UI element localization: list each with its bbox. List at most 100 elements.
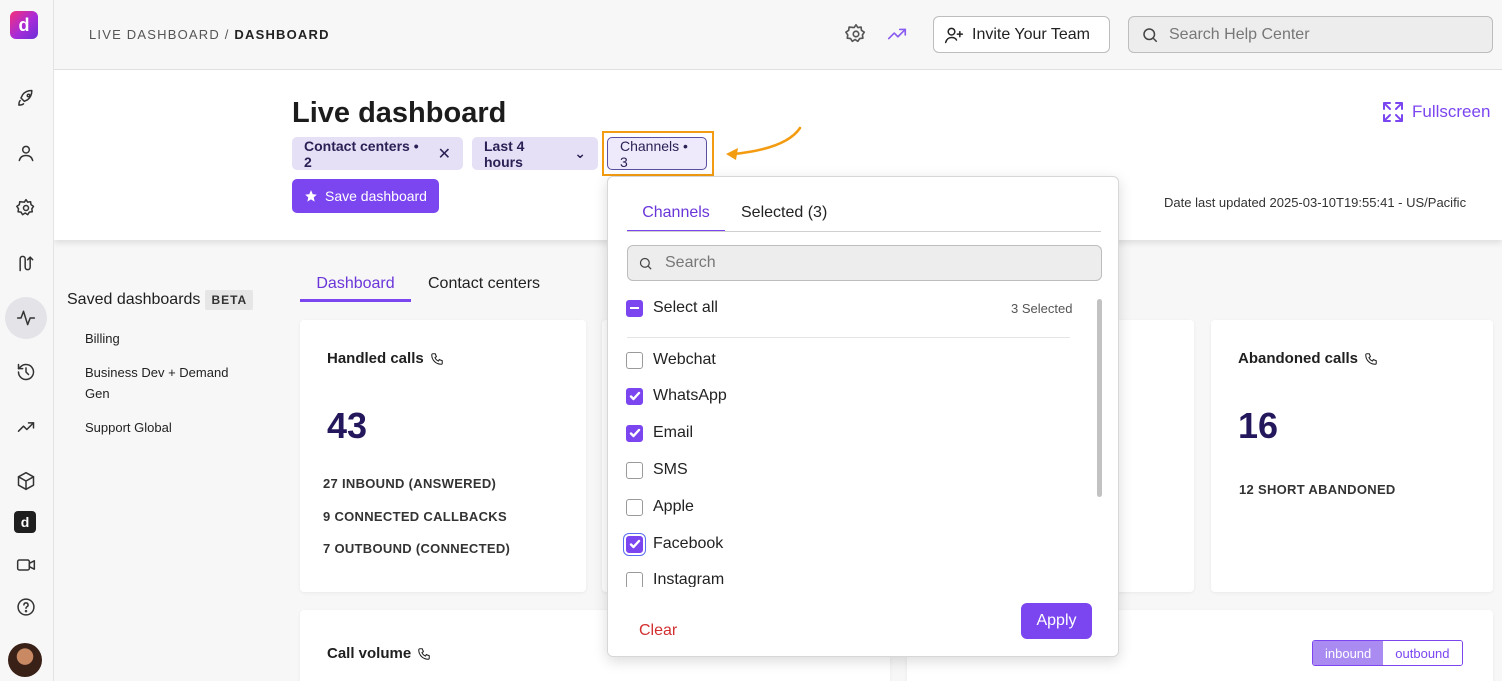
abandoned-stat: 12 SHORT ABANDONED bbox=[1239, 482, 1396, 497]
checkbox[interactable] bbox=[626, 498, 643, 516]
channel-option-label: Email bbox=[653, 424, 694, 441]
select-all-label: Select all bbox=[653, 299, 718, 316]
last-updated-text: Date last updated 2025-03-10T19:55:41 - … bbox=[1164, 195, 1467, 210]
channel-option-facebook[interactable]: Facebook bbox=[626, 535, 723, 553]
select-all-checkbox[interactable]: Select all bbox=[626, 299, 718, 317]
help-search-placeholder: Search Help Center bbox=[1169, 25, 1310, 43]
channel-search-input[interactable]: Search bbox=[627, 245, 1102, 281]
channel-option-label: Webchat bbox=[653, 351, 716, 368]
dropdown-tab-selected[interactable]: Selected (3) bbox=[741, 204, 827, 222]
dialpad-app-icon[interactable]: d bbox=[14, 511, 36, 533]
cube-icon[interactable] bbox=[13, 468, 39, 494]
handled-stat: 27 INBOUND (ANSWERED) bbox=[323, 476, 497, 491]
annotation-arrow-icon bbox=[726, 126, 802, 160]
breadcrumb-current: DASHBOARD bbox=[234, 27, 330, 42]
channel-option-whatsapp[interactable]: WhatsApp bbox=[626, 387, 727, 405]
dropdown-tab-divider bbox=[627, 231, 1101, 232]
checkbox[interactable] bbox=[626, 571, 643, 587]
app-logo[interactable]: d bbox=[10, 11, 38, 39]
history-icon[interactable] bbox=[13, 359, 39, 385]
checkbox-checked[interactable] bbox=[626, 535, 643, 553]
check-icon bbox=[629, 391, 640, 401]
checkbox-checked[interactable] bbox=[626, 387, 643, 405]
invite-team-button[interactable]: Invite Your Team bbox=[933, 16, 1110, 53]
rocket-icon[interactable] bbox=[13, 85, 39, 111]
channel-option-label: Facebook bbox=[653, 535, 724, 552]
checkbox[interactable] bbox=[626, 461, 643, 479]
saved-dashboard-item[interactable]: Support Global bbox=[85, 417, 250, 438]
clear-button[interactable]: Clear bbox=[639, 622, 677, 640]
app-logo-letter: d bbox=[18, 14, 30, 35]
channel-option-sms[interactable]: SMS bbox=[626, 461, 688, 479]
activity-icon[interactable] bbox=[5, 297, 47, 339]
channel-option-label: WhatsApp bbox=[653, 387, 727, 404]
search-icon bbox=[1143, 27, 1158, 42]
channel-option-label: Instagram bbox=[653, 571, 725, 587]
channel-option-label: Apple bbox=[653, 498, 694, 515]
call-volume-title: Call volume bbox=[327, 645, 431, 662]
saved-dashboard-item[interactable]: Billing bbox=[85, 328, 250, 349]
page-title: Live dashboard bbox=[292, 97, 507, 129]
save-dashboard-button[interactable]: Save dashboard bbox=[292, 179, 439, 213]
saved-dashboards-title: Saved dashboards bbox=[67, 291, 201, 308]
phone-icon bbox=[430, 352, 443, 365]
contact-centers-filter-chip[interactable]: Contact centers • 2 ✕ bbox=[292, 137, 463, 170]
annotation-highlight-box bbox=[602, 131, 714, 176]
channels-dropdown: Channels Selected (3) Search Select all … bbox=[607, 176, 1119, 657]
saved-dashboard-item[interactable]: Business Dev + Demand Gen bbox=[85, 362, 250, 404]
channel-search-placeholder: Search bbox=[665, 254, 716, 271]
channel-option-apple[interactable]: Apple bbox=[626, 498, 694, 516]
time-range-filter-chip[interactable]: Last 4 hours ⌄ bbox=[472, 137, 598, 170]
save-dashboard-label: Save dashboard bbox=[325, 188, 427, 204]
handled-calls-title: Handled calls bbox=[327, 350, 444, 367]
handled-calls-value: 43 bbox=[327, 405, 368, 446]
chevron-down-icon: ⌄ bbox=[574, 145, 586, 161]
settings-gear-icon[interactable] bbox=[845, 23, 867, 45]
expand-icon bbox=[1383, 102, 1403, 122]
breadcrumb-parent[interactable]: LIVE DASHBOARD bbox=[89, 27, 220, 42]
check-icon bbox=[629, 428, 640, 438]
direction-toggle: inbound outbound bbox=[1312, 640, 1463, 666]
trend-icon[interactable] bbox=[13, 414, 39, 440]
outbound-toggle[interactable]: outbound bbox=[1383, 641, 1462, 665]
help-icon[interactable] bbox=[13, 594, 39, 620]
apply-button[interactable]: Apply bbox=[1021, 603, 1092, 639]
checkbox[interactable] bbox=[626, 351, 643, 369]
abandoned-calls-card: Abandoned calls 16 12 SHORT ABANDONED bbox=[1211, 320, 1493, 592]
avatar[interactable] bbox=[8, 643, 42, 677]
channel-option-instagram[interactable]: Instagram bbox=[626, 571, 724, 587]
channel-option-webchat[interactable]: Webchat bbox=[626, 351, 716, 369]
inbound-toggle[interactable]: inbound bbox=[1313, 641, 1384, 665]
fullscreen-button[interactable]: Fullscreen bbox=[1381, 100, 1490, 124]
close-icon[interactable]: ✕ bbox=[438, 144, 451, 164]
selected-count: 3 Selected bbox=[1011, 301, 1073, 316]
breadcrumb: LIVE DASHBOARD / DASHBOARD bbox=[89, 27, 330, 42]
star-icon bbox=[305, 190, 317, 202]
video-icon[interactable] bbox=[13, 552, 39, 578]
tab-contact-centers[interactable]: Contact centers bbox=[428, 275, 540, 293]
tab-dashboard[interactable]: Dashboard bbox=[300, 275, 411, 302]
beta-badge: BETA bbox=[205, 290, 254, 310]
phone-icon bbox=[1365, 352, 1377, 365]
search-icon bbox=[639, 257, 652, 270]
user-icon[interactable] bbox=[13, 140, 39, 166]
trending-icon[interactable] bbox=[886, 23, 908, 45]
dropdown-tab-channels[interactable]: Channels bbox=[627, 204, 725, 232]
call-volume-title-text: Call volume bbox=[327, 645, 412, 662]
fullscreen-label: Fullscreen bbox=[1412, 102, 1491, 121]
indeterminate-checkbox-icon[interactable] bbox=[626, 299, 643, 317]
channel-option-email[interactable]: Email bbox=[626, 424, 693, 442]
channel-options-list: Webchat WhatsApp Email SMS Apple Faceboo… bbox=[608, 337, 1118, 587]
dropdown-footer: Clear Apply bbox=[608, 587, 1118, 656]
checkbox-checked[interactable] bbox=[626, 424, 643, 442]
routing-icon[interactable] bbox=[13, 250, 39, 276]
scrollbar[interactable] bbox=[1097, 299, 1102, 497]
handled-calls-title-text: Handled calls bbox=[327, 350, 424, 367]
left-rail: d d bbox=[0, 0, 54, 681]
add-user-icon bbox=[944, 27, 964, 43]
gear-icon[interactable] bbox=[13, 195, 39, 221]
handled-stat: 7 OUTBOUND (CONNECTED) bbox=[323, 541, 511, 556]
handled-calls-card: Handled calls 43 27 INBOUND (ANSWERED) 9… bbox=[300, 320, 586, 592]
contact-centers-chip-label: Contact centers • 2 bbox=[304, 137, 419, 170]
help-search-input[interactable]: Search Help Center bbox=[1128, 16, 1493, 53]
